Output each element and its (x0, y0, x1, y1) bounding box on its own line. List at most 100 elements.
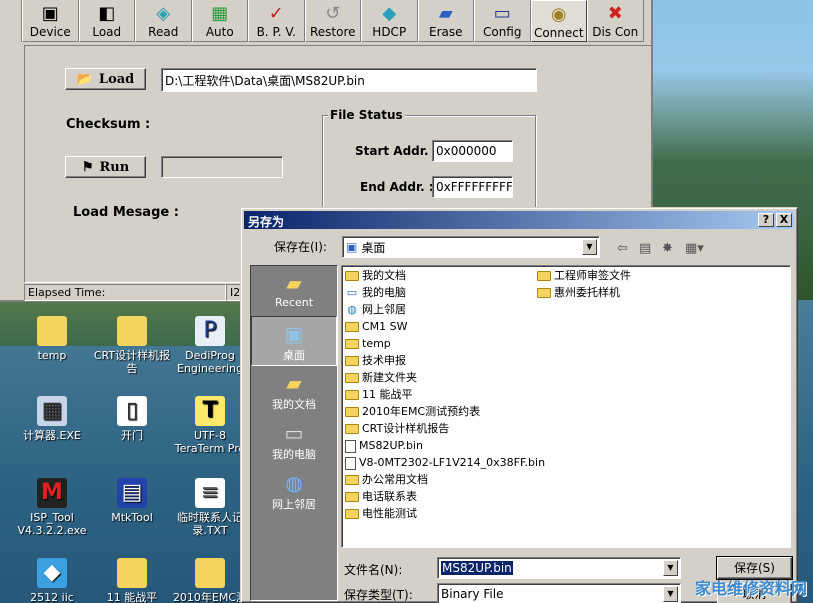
restore-icon: ↺ (325, 3, 341, 24)
list-item[interactable]: 工程师审签文件 (537, 268, 631, 284)
place-network[interactable]: ◍ 网上邻居 (251, 466, 337, 516)
file-icon (345, 439, 356, 453)
place-my-documents[interactable]: ▰ 我的文档 (251, 366, 337, 416)
connect-button[interactable]: ◉ Connect (530, 0, 587, 42)
start-addr-label: Start Addr. : (355, 144, 438, 158)
chevron-down-icon[interactable]: ▼ (663, 560, 678, 576)
dediprog-icon: P (195, 316, 225, 346)
config-button[interactable]: ▭ Config (474, 0, 531, 42)
file-list[interactable]: 我的文档 ▭ 我的电脑 ◍ 网上邻居 CM1 SW temp 技术申报 新建文件夹 … (341, 265, 791, 548)
checksum-field (161, 156, 283, 178)
load-button[interactable]: 📂 Load (65, 68, 146, 90)
chevron-down-icon[interactable]: ▼ (582, 239, 597, 255)
restore-button[interactable]: ↺ Restore (304, 0, 361, 42)
list-item[interactable]: CM1 SW (345, 319, 408, 335)
folder-icon (37, 316, 67, 346)
list-item[interactable]: 技术申报 (345, 353, 406, 369)
toolbar: ▣ Device ◧ Load ◈ Read ▦ Auto ✓ B. P. V. ↺ Res… (22, 0, 644, 42)
desktop-icon-2010-emc[interactable]: 2010年EMC测 (170, 558, 250, 603)
desktop-icon-dediprog[interactable]: P DediProg Engineering (170, 316, 250, 375)
list-item[interactable]: 我的文档 (345, 268, 406, 284)
mtktool-icon: ▤ (117, 478, 147, 508)
hdcp-icon: ◆ (382, 3, 397, 24)
desktop-icon-temp[interactable]: temp (12, 316, 92, 362)
place-desktop[interactable]: ▣ 桌面 (251, 316, 337, 366)
up-folder-icon[interactable]: ▤ (639, 241, 651, 256)
list-item[interactable]: 新建文件夹 (345, 370, 417, 386)
auto-icon: ▦ (211, 3, 229, 24)
run-icon: ⚑ (81, 159, 94, 175)
desktop-icon-door[interactable]: ▯ 开门 (92, 396, 172, 442)
back-icon[interactable]: ⇦ (617, 241, 628, 256)
connect-icon: ◉ (550, 4, 567, 25)
list-item[interactable]: V8-0MT2302-LF1V214_0x38FF.bin (345, 455, 545, 471)
my-documents-icon (345, 271, 359, 281)
folder-icon (345, 322, 359, 332)
device-button[interactable]: ▣ Device (22, 0, 79, 42)
network-icon: ◍ (285, 471, 303, 495)
checksum-label: Checksum : (66, 117, 151, 132)
folder-icon (345, 356, 359, 366)
list-item[interactable]: 惠州委托样机 (537, 285, 620, 301)
disconnect-button[interactable]: ✖ Dis Con (587, 0, 644, 42)
desktop-icon-mtktool[interactable]: ▤ MtkTool (92, 478, 172, 524)
dialog-title: 另存为 (248, 215, 285, 229)
filetype-label: 保存类型(T): (344, 588, 413, 602)
dialog-titlebar[interactable]: 另存为 ? X (244, 211, 794, 229)
list-item[interactable]: 电性能测试 (345, 506, 417, 522)
list-item[interactable]: 办公常用文档 (345, 472, 428, 488)
open-folder-icon: 📂 (76, 71, 93, 87)
close-button[interactable]: X (776, 213, 792, 227)
isp-tool-icon: M (37, 478, 67, 508)
run-button[interactable]: ⚑ Run (65, 156, 146, 178)
start-addr-field[interactable]: 0x000000 (432, 140, 513, 162)
chevron-down-icon[interactable]: ▼ (663, 586, 678, 602)
my-computer-icon: ▭ (346, 286, 358, 299)
load-toolbar-button[interactable]: ◧ Load (78, 0, 135, 42)
list-item[interactable]: ▭ 我的电脑 (345, 285, 406, 301)
filename-input[interactable]: MS82UP.bin ▼ (437, 557, 681, 579)
disconnect-icon: ✖ (607, 3, 623, 24)
file-status-group (322, 115, 536, 215)
filetype-select[interactable]: Binary File ▼ (437, 583, 681, 603)
folder-shortcut-icon (345, 407, 359, 417)
read-button[interactable]: ◈ Read (135, 0, 192, 42)
list-item[interactable]: temp (345, 336, 391, 352)
end-addr-label: End Addr. : (360, 180, 434, 194)
list-item[interactable]: MS82UP.bin (345, 438, 423, 454)
new-folder-icon[interactable]: ✸ (662, 241, 673, 256)
watermark-logo: 家电维修资料网 (694, 579, 807, 598)
save-in-combo[interactable]: ▣ 桌面 ▼ (342, 236, 600, 258)
view-menu-icon[interactable]: ▦▾ (685, 241, 704, 256)
desktop-icon-11-nengzhan[interactable]: 11 能战平 (92, 558, 172, 603)
auto-button[interactable]: ▦ Auto (191, 0, 248, 42)
place-my-computer[interactable]: ▭ 我的电脑 (251, 416, 337, 466)
file-path-field[interactable]: D:\工程软件\Data\桌面\MS82UP.bin (161, 68, 537, 92)
list-item[interactable]: 2010年EMC测试预约表 (345, 404, 480, 420)
folder-shortcut-icon (345, 390, 359, 400)
list-item[interactable]: 电话联系表 (345, 489, 417, 505)
list-item[interactable]: ◍ 网上邻居 (345, 302, 406, 318)
my-documents-icon: ▰ (286, 371, 302, 395)
list-item[interactable]: CRT设计样机报告 (345, 421, 449, 437)
desktop-icon-contacts-txt[interactable]: ≡ 临时联系人记录.TXT (170, 478, 250, 537)
desktop-icon-teraterm[interactable]: T UTF-8 TeraTerm Pro (170, 396, 250, 455)
desktop-icon-isp-tool[interactable]: M ISP_Tool V4.3.2.2.exe (12, 478, 92, 537)
desktop-icon-2512-iic[interactable]: ◆ 2512 iic (12, 558, 92, 603)
help-button[interactable]: ? (758, 213, 774, 227)
folder-icon (345, 373, 359, 383)
folder-shortcut-icon (345, 492, 359, 502)
folder-icon (345, 339, 359, 349)
list-item[interactable]: 11 能战平 (345, 387, 413, 403)
end-addr-field[interactable]: 0xFFFFFFFFFFFF (432, 176, 513, 198)
my-computer-icon: ▭ (284, 421, 304, 445)
door-icon: ▯ (117, 396, 147, 426)
place-recent[interactable]: ▰ Recent (251, 266, 337, 316)
folder-shortcut-icon (345, 475, 359, 485)
erase-button[interactable]: ▰ Erase (417, 0, 474, 42)
folder-shortcut-icon (345, 509, 359, 519)
bpv-button[interactable]: ✓ B. P. V. (248, 0, 305, 42)
hdcp-button[interactable]: ◆ HDCP (361, 0, 418, 42)
desktop-icon-calculator[interactable]: ▦ 计算器.EXE (12, 396, 92, 442)
desktop-icon-crt-report[interactable]: CRT设计样机报告 (92, 316, 172, 375)
